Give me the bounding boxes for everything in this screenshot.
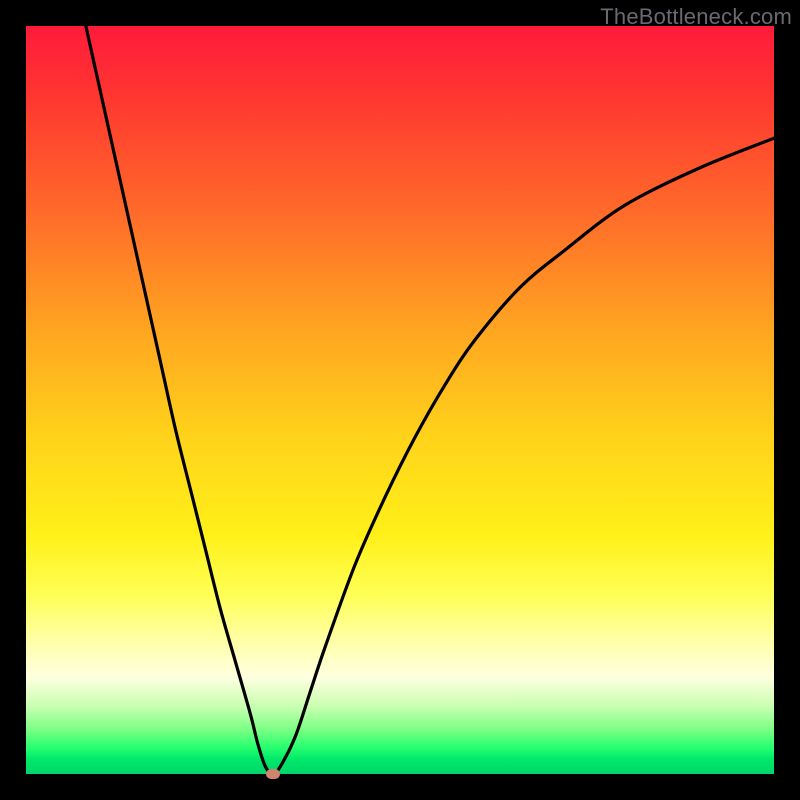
chart-plot-area xyxy=(26,26,774,774)
chart-frame: TheBottleneck.com xyxy=(0,0,800,800)
curve-path xyxy=(86,26,774,774)
watermark-text: TheBottleneck.com xyxy=(600,4,792,30)
optimal-point-marker xyxy=(266,769,280,779)
bottleneck-curve xyxy=(26,26,774,774)
